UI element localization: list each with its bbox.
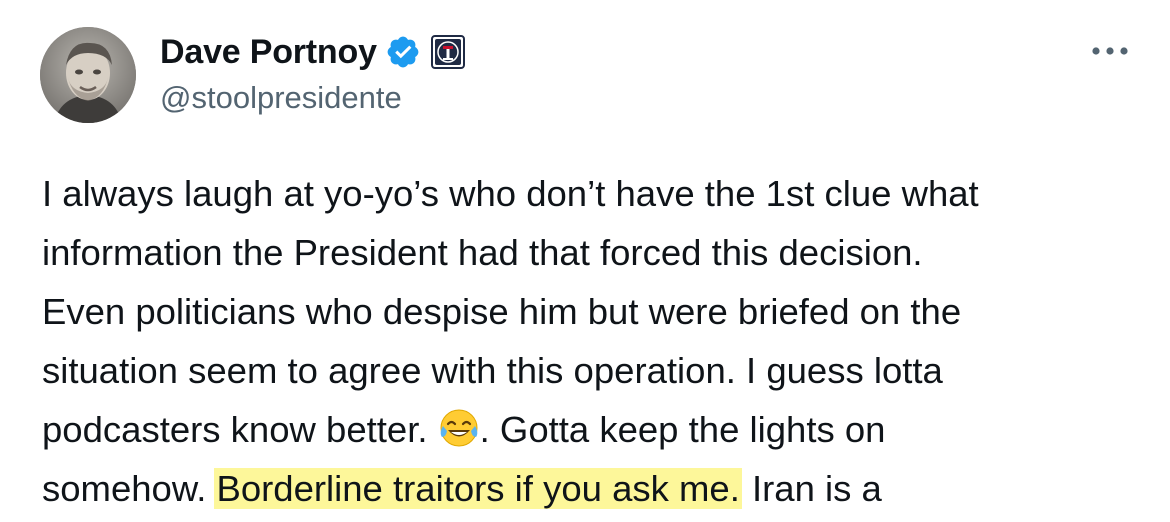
tweet-line: situation seem to agree with this operat… [42,350,943,391]
tweet-line: somehow. Borderline traitors if you ask … [42,459,1152,518]
tweet-text-segment: . Gotta keep the lights on [479,409,886,450]
verified-check-icon[interactable] [385,34,421,70]
author-display-name[interactable]: Dave Portnoy [160,33,377,72]
tweet-body: I always laugh at yo-yo’s who don’t have… [42,164,1152,518]
author-handle[interactable]: @stoolpresidente [160,80,402,116]
tweet-text-segment: podcasters know better. [42,409,438,450]
more-horizontal-icon [1092,47,1128,55]
tweet-line: I always laugh at yo-yo’s who don’t have… [42,173,979,214]
highlighted-text: Borderline traitors if you ask me. [214,468,742,509]
tweet: Dave Portnoy @stoolpresidente I always l… [0,0,1170,522]
more-options-button[interactable] [1088,36,1132,66]
barstool-logo-icon[interactable] [430,35,465,69]
tweet-line: Even politicians who despise him but wer… [42,291,962,332]
avatar-photo [40,27,136,123]
tweet-text-segment: somehow. [42,468,217,509]
author-name-row: Dave Portnoy [160,28,465,76]
tweet-text-segment: Iran is a [741,468,882,509]
avatar[interactable] [40,27,136,123]
face-with-tears-of-joy-emoji [438,407,480,449]
tweet-line: information the President had that force… [42,232,923,273]
tweet-line: podcasters know better. . Gotta keep the… [42,400,1152,459]
